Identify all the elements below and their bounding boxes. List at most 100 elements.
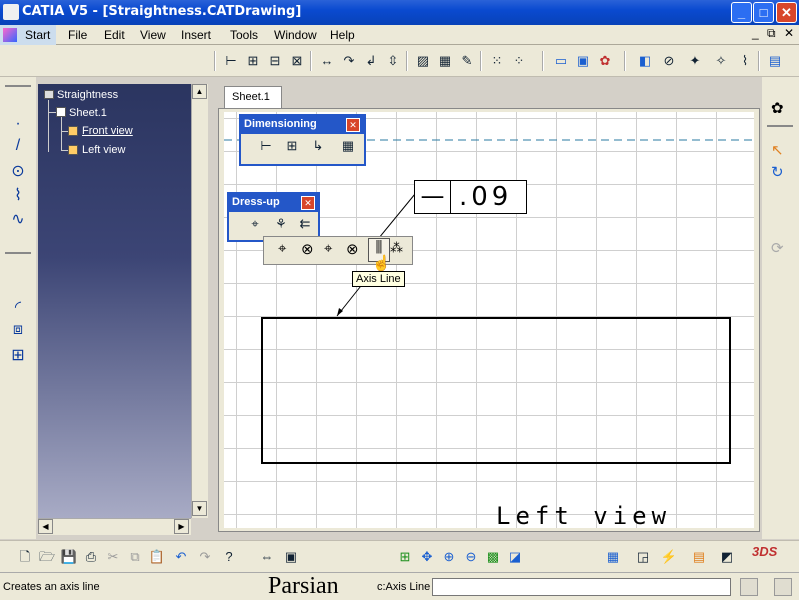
front-view-icon[interactable]: ◧ (636, 52, 654, 70)
copy-icon[interactable]: ⧉ (126, 548, 144, 566)
doc-minimize-button[interactable]: _ (752, 26, 759, 40)
normal-view-icon[interactable]: ▣ (282, 548, 300, 566)
catia-app-icon[interactable] (3, 4, 19, 20)
dimension-edit-icon[interactable]: ⊞ (281, 138, 303, 158)
scroll-down-arrow[interactable]: ▼ (192, 501, 207, 516)
tree-vertical-scrollbar[interactable]: ▲ ▼ (191, 84, 208, 518)
undo-icon[interactable]: ↶ (172, 548, 190, 566)
status-button-2[interactable] (774, 578, 792, 596)
close-button[interactable]: ✕ (776, 2, 797, 23)
center-line-icon[interactable]: ⌖ (244, 216, 266, 236)
corner-icon[interactable]: ◜ (6, 297, 30, 319)
menu-window[interactable]: Window (274, 28, 317, 42)
normal-to-icon[interactable]: ◪ (506, 548, 524, 566)
cut-icon[interactable]: ✂ (104, 548, 122, 566)
select-icon[interactable]: ↖ (771, 141, 784, 159)
workbench-icon[interactable]: ✿ (771, 99, 784, 117)
whats-this-icon[interactable]: ? (220, 548, 238, 566)
dimension-system-icon[interactable]: ◩ (718, 548, 736, 566)
generative-icon[interactable]: ✿ (596, 52, 614, 70)
tree-view-left[interactable]: Left view (82, 144, 125, 156)
frame-icon[interactable]: ▭ (552, 52, 570, 70)
dimensions-icon[interactable]: ⊢ (255, 138, 277, 158)
menu-edit[interactable]: Edit (104, 28, 125, 42)
minimize-button[interactable]: _ (731, 2, 752, 23)
zoom-area-icon[interactable]: ▩ (484, 548, 502, 566)
grid-icon[interactable]: ▦ (604, 548, 622, 566)
section-view-icon[interactable]: ⊘ (660, 52, 678, 70)
profile-icon[interactable]: ⌇ (6, 185, 30, 207)
paste-icon[interactable]: 📋 (148, 548, 166, 566)
menu-help[interactable]: Help (330, 28, 355, 42)
tolerance-frame[interactable]: — .09 (414, 180, 527, 214)
detail-view-icon[interactable]: ✦ (686, 52, 704, 70)
cumulated-dimension-icon[interactable]: ⊟ (266, 52, 284, 70)
tree-view-front[interactable]: Front view (82, 125, 133, 137)
thread-reference-icon[interactable]: ⊗ (346, 240, 359, 258)
stacked-dimension-icon[interactable]: ⊠ (288, 52, 306, 70)
tree-root[interactable]: Straightness (57, 89, 118, 101)
scroll-left-arrow[interactable]: ◀ (38, 519, 53, 534)
menu-file[interactable]: File (68, 28, 87, 42)
command-input[interactable] (432, 578, 731, 596)
broken-view-icon[interactable]: ⌇ (736, 52, 754, 70)
scroll-right-arrow[interactable]: ▶ (174, 519, 189, 534)
part-outline[interactable] (261, 317, 731, 464)
symmetry-icon[interactable]: ⧈ (6, 321, 30, 343)
area-fill-icon[interactable]: ⚘ (270, 216, 292, 236)
spline-icon[interactable]: ∿ (6, 209, 30, 231)
analysis-icon[interactable]: ▤ (690, 548, 708, 566)
print-icon[interactable]: ⎙ (82, 548, 100, 566)
menu-start[interactable]: Start (25, 28, 50, 42)
doc-restore-button[interactable]: ⧉ (767, 26, 776, 41)
clipping-view-icon[interactable]: ✧ (712, 52, 730, 70)
doc-close-button[interactable]: ✕ (784, 26, 794, 40)
point-icon[interactable]: · (6, 115, 30, 137)
new-file-icon[interactable]: 🗋 (16, 548, 34, 566)
annotation-icon[interactable]: ✎ (458, 52, 476, 70)
zoom-in-icon[interactable]: ⊕ (440, 548, 458, 566)
update-icon[interactable]: ↻ (771, 163, 784, 181)
dimensioning-toolbar[interactable]: Dimensioning ✕ ⊢ ⊞ ↳ ▦ (239, 114, 366, 166)
menu-view[interactable]: View (140, 28, 166, 42)
fit-all-icon[interactable]: ⇔ (258, 548, 276, 566)
tree-horizontal-scrollbar[interactable]: ◀ ▶ (38, 518, 191, 535)
sheet-icon[interactable]: ▤ (766, 52, 784, 70)
scroll-up-arrow[interactable]: ▲ (192, 84, 207, 99)
pan-icon[interactable]: ✥ (418, 548, 436, 566)
circle-icon[interactable]: ⊙ (6, 161, 30, 183)
dimension-icon[interactable]: ⊢ (222, 52, 240, 70)
dressup-toolbar[interactable]: Dress-up ✕ ⌖ ⚘ ⇇ (227, 192, 320, 242)
line-icon[interactable]: / (6, 137, 30, 159)
arrow-icon[interactable]: ⇇ (294, 216, 316, 236)
status-button-1[interactable] (740, 578, 758, 596)
radius-dimension-icon[interactable]: ↲ (362, 52, 380, 70)
fit-all-in-icon[interactable]: ⊞ (396, 548, 414, 566)
thread-icon[interactable]: ⌖ (324, 240, 332, 257)
tolerancing-icon[interactable]: ▦ (337, 138, 359, 158)
axis-line-center-icon[interactable]: ⁂ (390, 240, 403, 256)
chained-dimension-icon[interactable]: ⊞ (244, 52, 262, 70)
menu-insert[interactable]: Insert (181, 28, 211, 42)
maximize-button[interactable]: □ (753, 2, 774, 23)
save-icon[interactable]: 💾 (60, 548, 78, 566)
center-line-icon[interactable]: ⌖ (278, 240, 286, 257)
close-icon[interactable]: ✕ (301, 196, 315, 210)
redo-icon[interactable]: ↷ (196, 548, 214, 566)
tree-sheet[interactable]: Sheet.1 (69, 107, 107, 119)
open-folder-icon[interactable]: 🗁 (38, 548, 56, 566)
translate-icon[interactable]: ⊞ (6, 345, 30, 367)
zoom-out-icon[interactable]: ⊖ (462, 548, 480, 566)
table-icon[interactable]: ▦ (436, 52, 454, 70)
menu-tools[interactable]: Tools (230, 28, 258, 42)
snap-icon[interactable]: ◲ (634, 548, 652, 566)
hatch-icon[interactable]: ▨ (414, 52, 432, 70)
close-icon[interactable]: ✕ (346, 118, 360, 132)
cursor-snap-icon[interactable]: ⚡ (660, 548, 678, 566)
view-frame-icon[interactable]: ▣ (574, 52, 592, 70)
technological-feature-icon[interactable]: ↳ (307, 138, 329, 158)
sheet-tab[interactable]: Sheet.1 (224, 86, 282, 108)
rotate-icon[interactable]: ⟳ (771, 239, 784, 257)
drawing-sheet[interactable]: — .09 Left view (224, 112, 754, 530)
diameter-dimension-icon[interactable]: ⇳ (384, 52, 402, 70)
